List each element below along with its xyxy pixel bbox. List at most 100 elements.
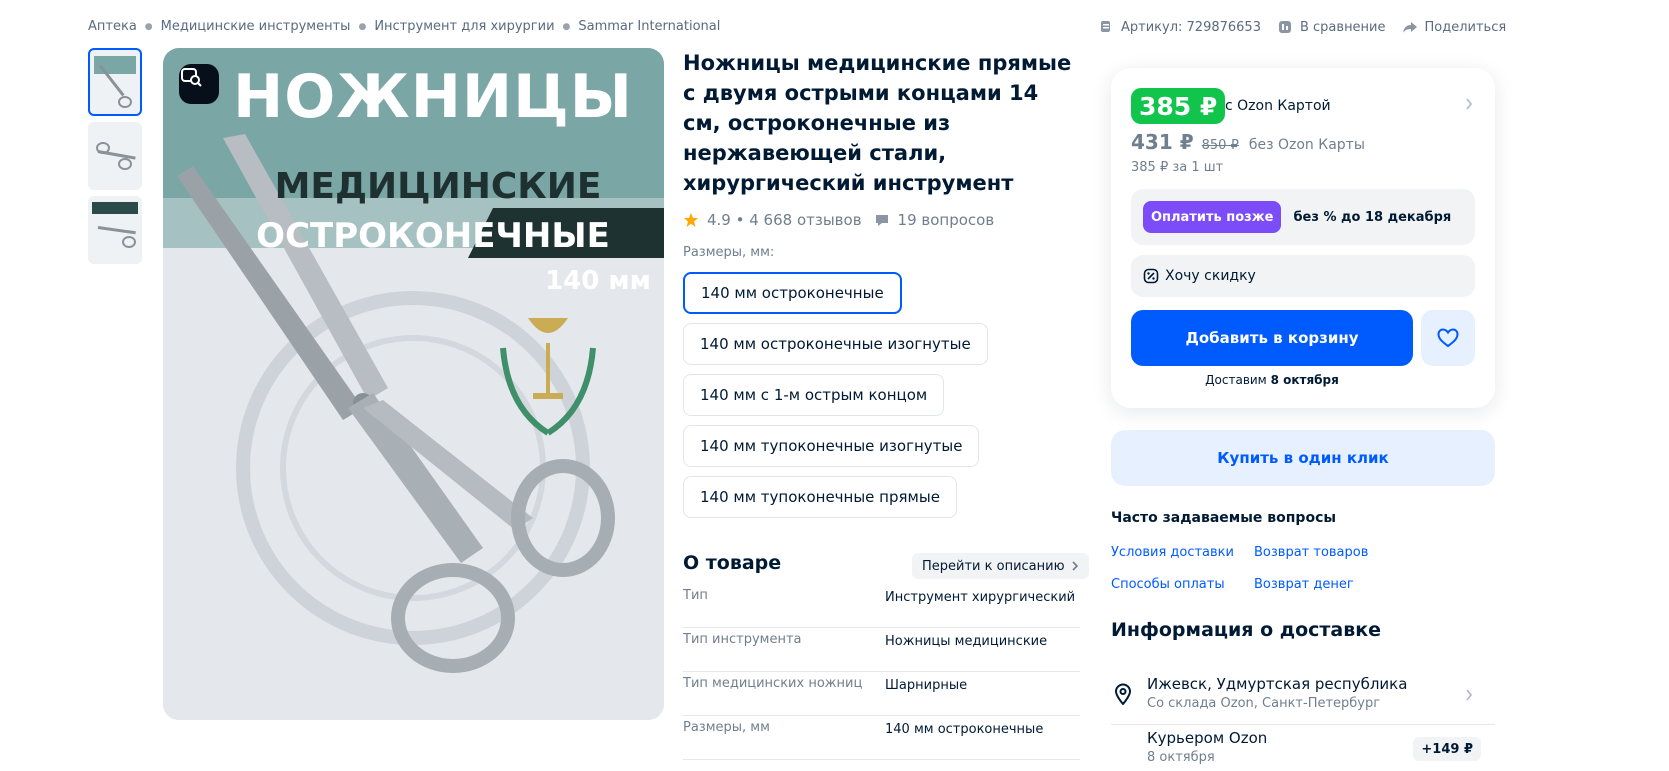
go-to-description-button[interactable]: Перейти к описанию [912, 553, 1089, 579]
rating-row: 4.9 • 4 668 отзывов 19 вопросов [683, 211, 994, 229]
spec-value: Инструмент хирургический [885, 590, 1076, 605]
breadcrumb-item[interactable]: Медицинские инструменты [161, 19, 351, 34]
no-card-note: без Ozon Карты [1248, 137, 1365, 153]
share-button[interactable]: Поделиться [1402, 19, 1507, 35]
star-icon [684, 213, 698, 227]
price-card: 385 ₽ с Ozon Картой 431 ₽ 850 ₽ без Ozon… [1111, 68, 1495, 408]
breadcrumb-separator: ● [144, 21, 153, 32]
delivery-heading: Информация о доставке [1111, 619, 1382, 641]
image-subtitle-2: ОСТРОКОНЕЧНЫЕ [256, 216, 610, 256]
want-discount-label: Хочу скидку [1165, 268, 1256, 284]
product-actions: Артикул: 729876653 В сравнение Поделитьс… [1098, 19, 1506, 35]
add-to-cart-button[interactable]: Добавить в корзину [1131, 310, 1413, 366]
spec-row: Размеры, мм 140 мм остроконечные [683, 716, 1080, 760]
heart-icon [1437, 328, 1459, 348]
delivery-option-courier[interactable]: Курьером Ozon 8 октября +149 ₽ [1111, 729, 1495, 771]
breadcrumb: Аптека ● Медицинские инструменты ● Инстр… [88, 19, 720, 34]
pay-later-text: без % до 18 декабря [1293, 209, 1452, 225]
thumbnail-3[interactable] [88, 196, 142, 264]
faq-link-returns[interactable]: Возврат товаров [1254, 545, 1368, 560]
spec-value: 140 мм остроконечные [885, 722, 1044, 737]
size-option[interactable]: 140 мм с 1-м острым концом [683, 374, 945, 416]
compare-button[interactable]: В сравнение [1277, 19, 1386, 35]
thumbnail-2[interactable] [88, 122, 142, 190]
breadcrumb-item[interactable]: Sammar International [578, 19, 720, 34]
delivery-date: 8 октября [1270, 373, 1339, 387]
spec-row: Тип инструмента Ножницы медицинские [683, 628, 1080, 672]
share-label: Поделиться [1424, 19, 1507, 35]
spec-key: Тип инструмента [683, 632, 802, 647]
thumbnail-ring [122, 236, 136, 248]
delivery-warehouse: Со склада Ozon, Санкт-Петербург [1147, 696, 1381, 711]
chevron-right-icon[interactable] [1465, 98, 1473, 110]
about-heading: О товаре [683, 552, 782, 574]
thumbnail-ring [96, 142, 110, 154]
size-option[interactable]: 140 мм остроконечные изогнутые [683, 323, 988, 365]
spec-row: Тип Инструмент хирургический [683, 584, 1080, 628]
thumbnail-banner [92, 202, 138, 214]
old-price: 850 ₽ [1201, 138, 1239, 153]
pay-later-block[interactable]: Оплатить позже без % до 18 декабря [1131, 189, 1475, 245]
breadcrumb-item[interactable]: Аптека [88, 19, 137, 34]
thumbnail-ring [118, 96, 132, 108]
questions-count: 19 вопросов [897, 211, 995, 229]
buy-one-click-button[interactable]: Купить в один клик [1111, 430, 1495, 486]
size-option[interactable]: 140 мм тупоконечные прямые [683, 476, 957, 518]
compare-icon [1278, 21, 1291, 33]
spec-value: Шарнирные [885, 678, 968, 693]
spec-key: Размеры, мм [683, 720, 770, 735]
spec-key: Тип [683, 588, 708, 603]
breadcrumb-item[interactable]: Инструмент для хирургии [374, 19, 554, 34]
delivery-prefix: Доставим [1205, 373, 1267, 387]
delivery-location[interactable]: Ижевск, Удмуртская республика Со склада … [1111, 675, 1495, 725]
want-discount-button[interactable]: Хочу скидку [1131, 255, 1475, 297]
price-row: 431 ₽ 850 ₽ без Ozon Карты [1131, 130, 1365, 154]
share-icon [1402, 22, 1417, 33]
size-option-selected[interactable]: 140 мм остроконечные [683, 272, 902, 314]
chat-icon [875, 215, 888, 226]
ozon-card-note: с Ozon Картой [1225, 98, 1331, 114]
delivery-estimate: Доставим 8 октября [1131, 373, 1413, 387]
compare-label: В сравнение [1299, 19, 1386, 35]
product-title: Ножницы медицинские прямые с двумя остры… [683, 51, 1072, 195]
spec-value: Ножницы медицинские [885, 634, 1048, 649]
breadcrumb-separator: ● [358, 21, 367, 32]
spec-row: Тип медицинских ножниц Шарнирные [683, 672, 1080, 716]
faq-link-refund[interactable]: Возврат денег [1254, 577, 1354, 592]
rating-reviews-link[interactable]: 4.9 • 4 668 отзывов [707, 211, 862, 229]
price-per-unit: 385 ₽ за 1 шт [1131, 160, 1224, 175]
chevron-right-icon [1466, 689, 1473, 701]
price: 431 ₽ [1131, 130, 1194, 154]
image-subtitle: МЕДИЦИНСКИЕ [274, 166, 602, 207]
faq-heading: Часто задаваемые вопросы [1111, 510, 1337, 526]
delivery-city: Ижевск, Удмуртская республика [1147, 675, 1408, 693]
chevron-right-icon [1071, 561, 1078, 571]
product-main-image[interactable]: НОЖНИЦЫ МЕДИЦИНСКИЕ ОСТРОКОНЕЧНЫЕ 140 мм [163, 48, 664, 720]
thumbnail-scissors [97, 226, 136, 235]
article-copy[interactable]: Артикул: 729876653 [1098, 19, 1261, 35]
courier-price: +149 ₽ [1413, 737, 1481, 761]
image-title: НОЖНИЦЫ [233, 62, 633, 132]
faq-link-delivery[interactable]: Условия доставки [1111, 545, 1234, 560]
discount-icon [1143, 268, 1159, 284]
image-size-tag: 140 мм [545, 266, 651, 296]
go-to-description-label: Перейти к описанию [922, 558, 1065, 574]
article-number: Артикул: 729876653 [1121, 19, 1261, 35]
spec-key: Тип медицинских ножниц [683, 676, 863, 691]
pay-later-button[interactable]: Оплатить позже [1143, 201, 1282, 233]
thumbnail-ring [118, 158, 132, 170]
breadcrumb-separator: ● [562, 21, 571, 32]
courier-label: Курьером Ozon [1147, 729, 1268, 747]
image-search-button[interactable] [179, 64, 219, 104]
sizes-label: Размеры, мм: [683, 245, 775, 260]
copy-icon [1101, 21, 1110, 32]
thumbnail-1[interactable] [88, 48, 142, 116]
faq-link-payment[interactable]: Способы оплаты [1111, 577, 1225, 592]
ozon-card-price[interactable]: 385 ₽ [1131, 88, 1226, 124]
product-image-art [163, 48, 664, 720]
image-search-icon [181, 68, 202, 87]
favorite-button[interactable] [1421, 310, 1475, 366]
size-option[interactable]: 140 мм тупоконечные изогнутые [683, 425, 980, 467]
questions-link[interactable]: 19 вопросов [874, 211, 995, 229]
courier-date: 8 октября [1147, 750, 1215, 765]
